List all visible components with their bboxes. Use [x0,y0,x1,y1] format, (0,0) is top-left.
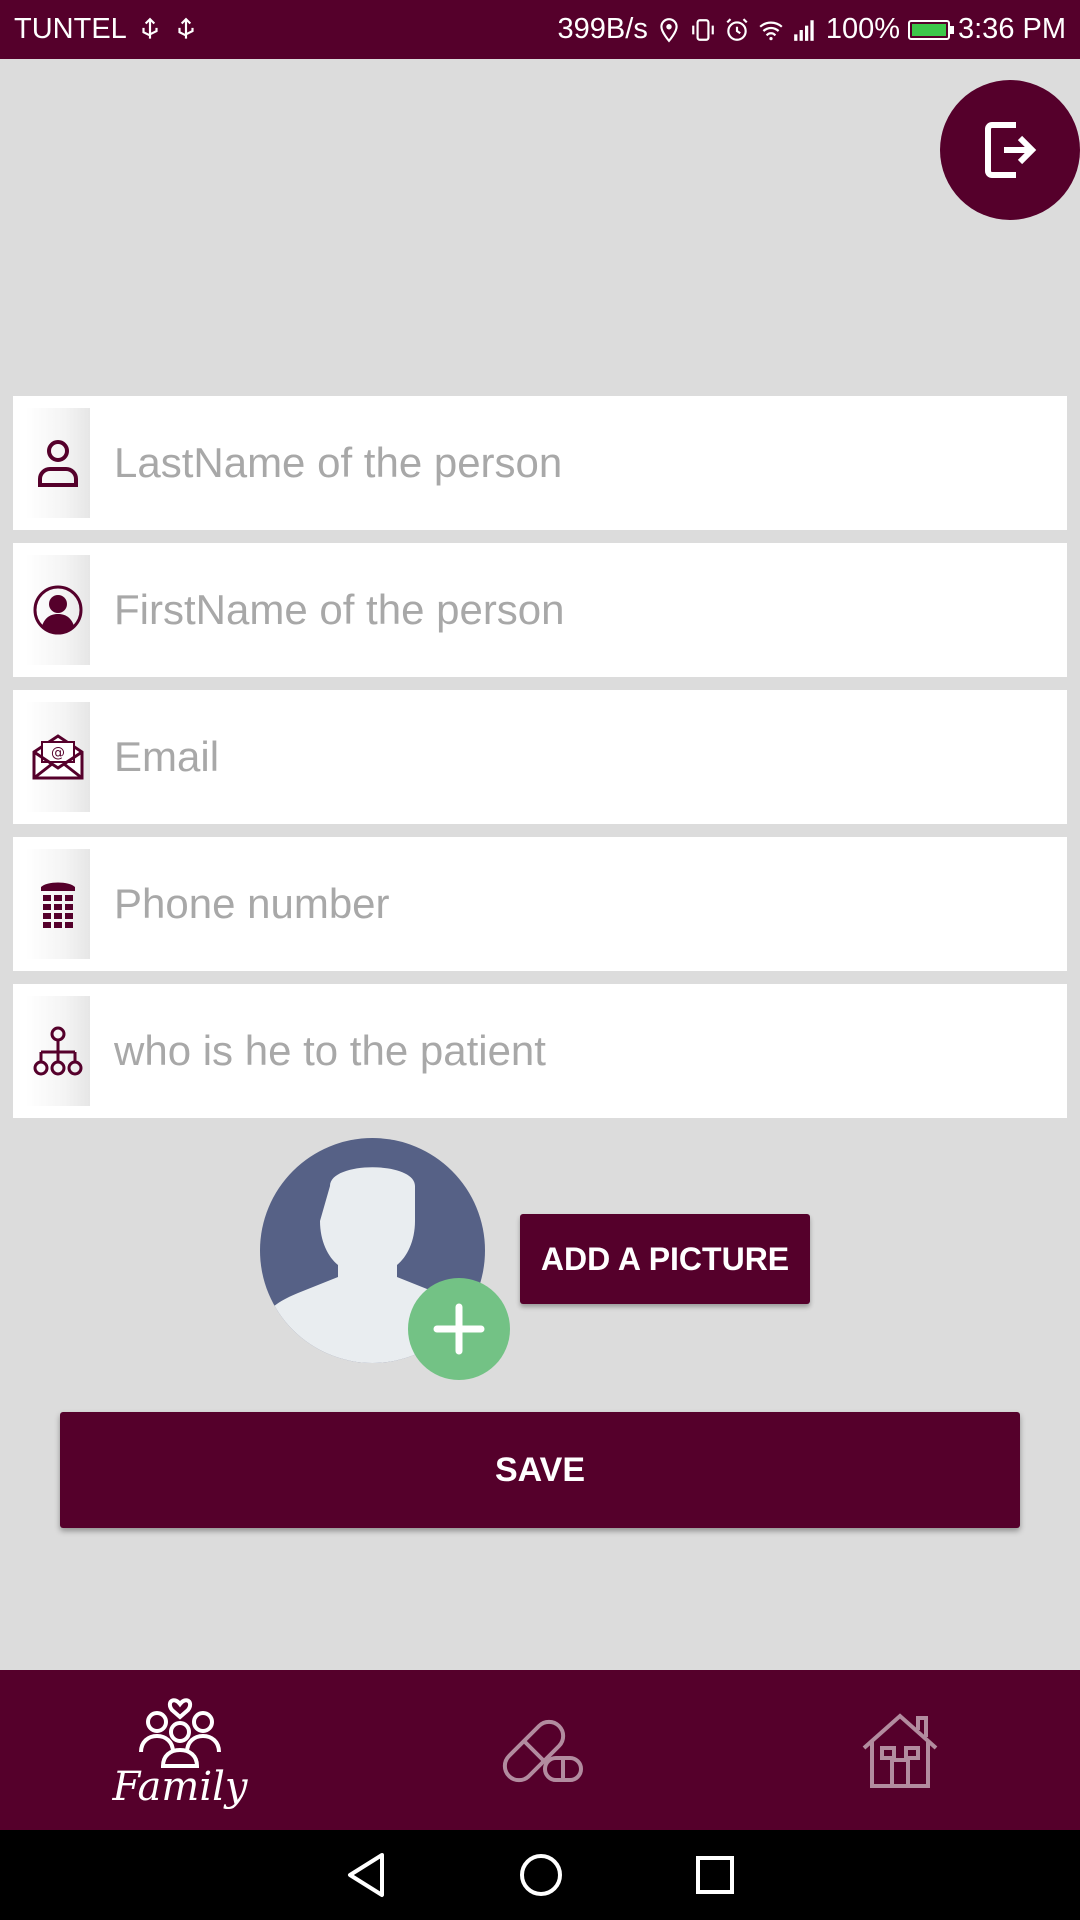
svg-text:@: @ [51,745,65,761]
recents-icon[interactable] [694,1854,736,1896]
firstname-field[interactable] [13,543,1067,677]
logout-icon [985,122,1037,178]
home-icon [862,1713,938,1788]
plus-icon [433,1303,485,1355]
back-icon[interactable] [344,1851,388,1899]
pill-icon [502,1719,583,1783]
bottom-nav: Family [0,1670,1080,1830]
location-icon [660,17,678,42]
field-icon-box [26,408,90,518]
wifi-icon [759,21,783,40]
status-bar: TUNTEL 399B/s 100% 3:36 PM [0,0,1080,59]
system-nav-bar [0,1830,1080,1920]
lastname-field[interactable] [13,396,1067,530]
firstname-input[interactable] [114,570,1014,650]
add-photo-badge[interactable] [408,1278,510,1380]
lastname-input[interactable] [114,423,1014,503]
phone-keypad-icon [41,882,75,928]
relation-input[interactable] [114,1011,1014,1091]
usb-icon [142,17,158,39]
battery-icon [908,19,954,40]
email-input[interactable] [114,717,1014,797]
email-envelope-icon: @ [32,734,84,780]
save-button[interactable]: SAVE [60,1412,1020,1528]
person-outline-icon [38,440,78,487]
battery-percent: 100% [825,13,900,45]
signal-icon [793,19,814,41]
add-picture-button[interactable]: ADD A PICTURE [520,1214,810,1304]
phone-input[interactable] [114,864,1014,944]
nav-label-family: Family [112,1764,248,1810]
field-icon-box [26,996,90,1106]
field-icon-box [26,849,90,959]
family-icon [139,1698,221,1768]
vibrate-icon [691,18,714,41]
nav-item-medication[interactable] [360,1670,720,1830]
person-circle-icon [33,585,83,635]
usb-icon [178,17,194,39]
alarm-icon [726,17,748,41]
field-icon-box: @ [26,702,90,812]
clock: 3:36 PM [958,13,1066,45]
email-field[interactable]: @ [13,690,1067,824]
nav-item-home[interactable] [720,1670,1080,1830]
carrier-name: TUNTEL [14,13,127,45]
nav-item-family[interactable]: Family [0,1670,360,1830]
logout-button[interactable] [940,80,1080,220]
hierarchy-icon [33,1026,83,1076]
phone-field[interactable] [13,837,1067,971]
home-circle-icon[interactable] [518,1852,564,1898]
field-icon-box [26,555,90,665]
net-speed: 399B/s [557,13,648,45]
relation-field[interactable] [13,984,1067,1118]
